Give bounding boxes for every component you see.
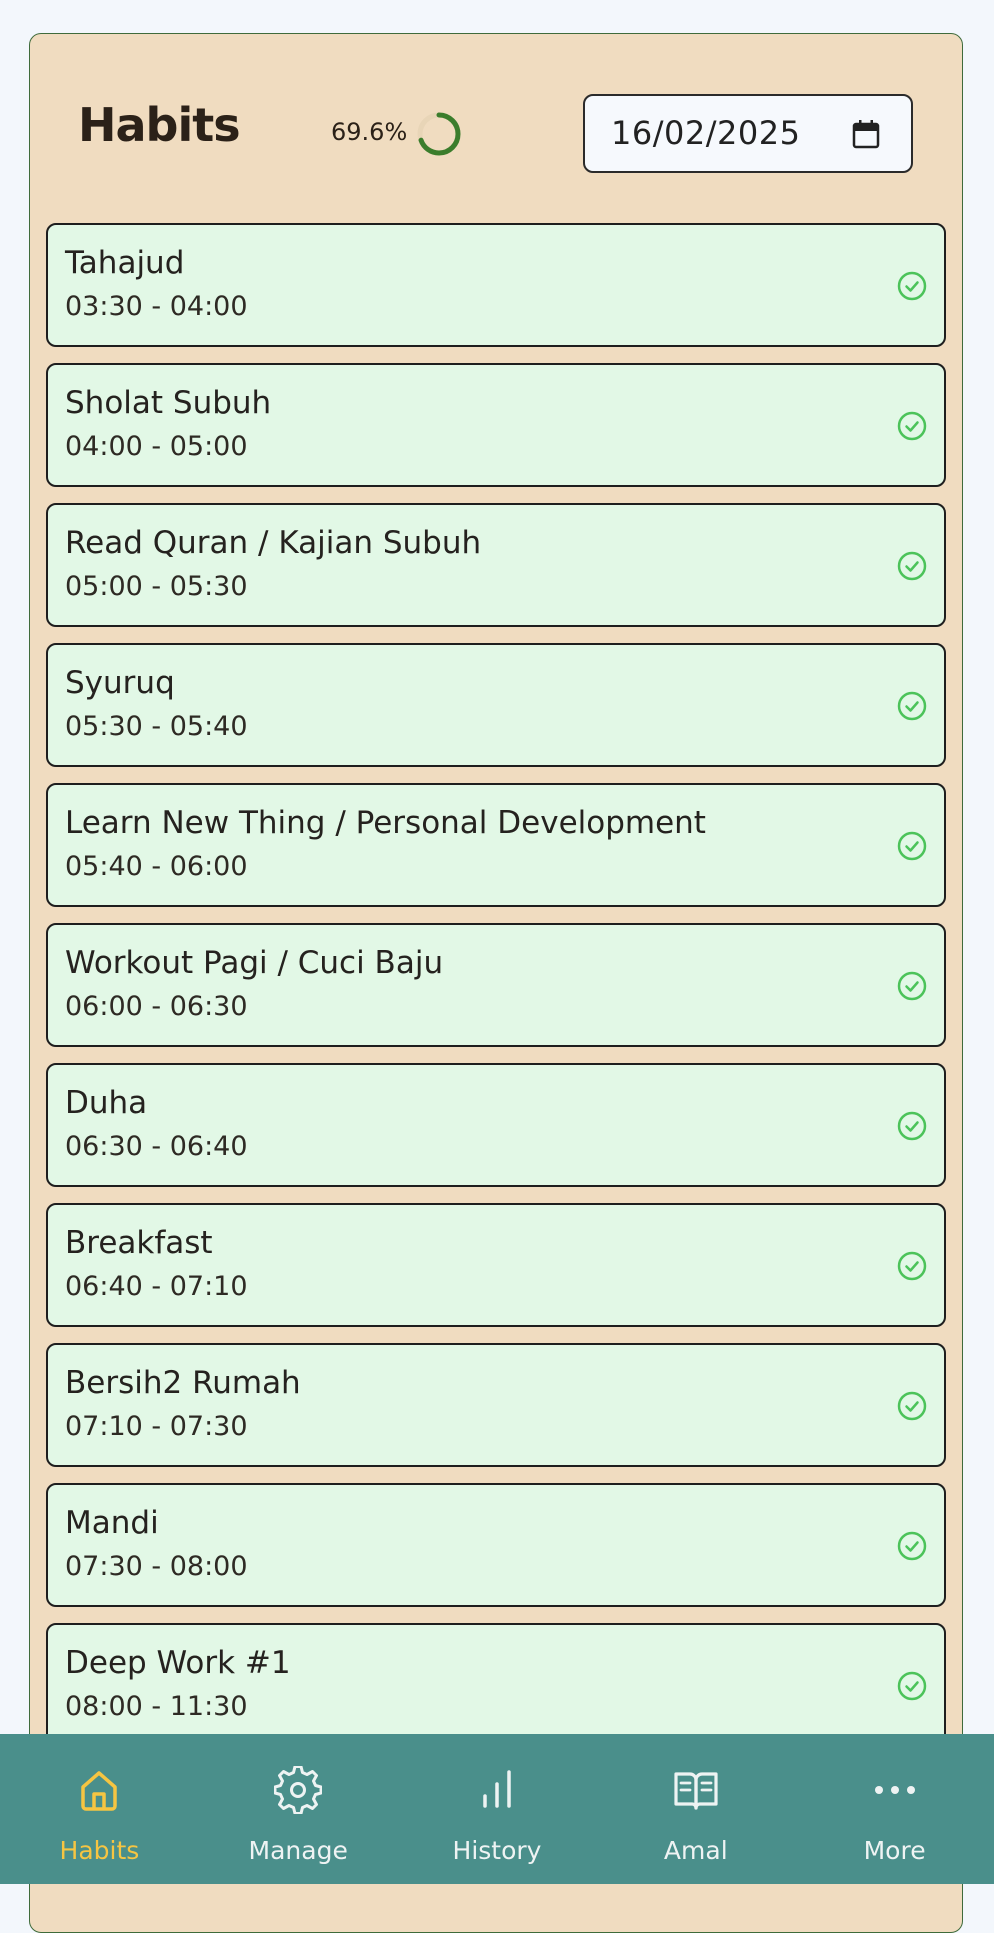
nav-label: History [452,1836,542,1865]
nav-item-manage[interactable]: Manage [199,1734,398,1884]
habit-card[interactable]: Duha 06:30 - 06:40 [46,1063,946,1187]
progress-percentage: 69.6% [331,118,408,146]
nav-item-amal[interactable]: Amal [596,1734,795,1884]
habits-header: Habits 69.6% 16/02/2025 [30,34,962,224]
calendar-icon[interactable] [851,118,881,150]
habit-time: 08:00 - 11:30 [65,1691,248,1722]
habit-name: Syuruq [65,665,175,701]
bottom-nav: Habits Manage History Amal More [0,1734,994,1884]
habit-card[interactable]: Breakfast 06:40 - 07:10 [46,1203,946,1327]
habit-time: 06:30 - 06:40 [65,1131,248,1162]
habit-time: 06:00 - 06:30 [65,991,248,1022]
habit-list: Tahajud 03:30 - 04:00 Sholat Subuh 04:00… [46,223,946,1763]
more-dots-icon [874,1786,915,1794]
page-title: Habits [78,98,241,152]
habit-card[interactable]: Learn New Thing / Personal Development 0… [46,783,946,907]
habit-time: 04:00 - 05:00 [65,431,248,462]
habit-time: 05:40 - 06:00 [65,851,248,882]
habit-card[interactable]: Deep Work #1 08:00 - 11:30 [46,1623,946,1747]
habit-name: Mandi [65,1505,159,1541]
habit-time: 05:00 - 05:30 [65,571,248,602]
date-input[interactable]: 16/02/2025 [583,94,913,173]
habit-name: Tahajud [65,245,185,281]
habit-name: Workout Pagi / Cuci Baju [65,945,444,981]
check-circle-icon[interactable] [896,550,928,582]
habit-card[interactable]: Sholat Subuh 04:00 - 05:00 [46,363,946,487]
check-circle-icon[interactable] [896,410,928,442]
nav-item-history[interactable]: History [398,1734,597,1884]
check-circle-icon[interactable] [896,1530,928,1562]
habit-name: Bersih2 Rumah [65,1365,301,1401]
nav-label: Amal [663,1836,728,1865]
habit-time: 06:40 - 07:10 [65,1271,248,1302]
habit-card[interactable]: Syuruq 05:30 - 05:40 [46,643,946,767]
check-circle-icon[interactable] [896,830,928,862]
habits-panel: Habits 69.6% 16/02/2025 Tahajud 03:30 - … [29,33,963,1933]
habit-time: 07:10 - 07:30 [65,1411,248,1442]
habit-card[interactable]: Tahajud 03:30 - 04:00 [46,223,946,347]
check-circle-icon[interactable] [896,690,928,722]
habit-time: 05:30 - 05:40 [65,711,248,742]
nav-label: More [863,1836,926,1865]
progress-ring-icon [417,112,461,156]
habit-name: Duha [65,1085,148,1121]
check-circle-icon[interactable] [896,1390,928,1422]
check-circle-icon[interactable] [896,270,928,302]
nav-label: Manage [248,1836,348,1865]
gear-icon [274,1766,323,1814]
home-icon [81,1771,118,1811]
date-value: 16/02/2025 [611,114,801,152]
check-circle-icon[interactable] [896,1250,928,1282]
bar-chart-icon [483,1770,511,1808]
check-circle-icon[interactable] [896,1670,928,1702]
habit-time: 03:30 - 04:00 [65,291,248,322]
habit-name: Read Quran / Kajian Subuh [65,525,482,561]
habit-name: Sholat Subuh [65,385,272,421]
nav-label: Habits [59,1836,140,1865]
habit-card[interactable]: Mandi 07:30 - 08:00 [46,1483,946,1607]
habit-card[interactable]: Bersih2 Rumah 07:10 - 07:30 [46,1343,946,1467]
habit-time: 07:30 - 08:00 [65,1551,248,1582]
nav-item-habits[interactable]: Habits [0,1734,199,1884]
habit-name: Learn New Thing / Personal Development [65,805,706,841]
nav-item-more[interactable]: More [795,1734,994,1884]
habit-name: Deep Work #1 [65,1645,291,1681]
habit-card[interactable]: Workout Pagi / Cuci Baju 06:00 - 06:30 [46,923,946,1047]
check-circle-icon[interactable] [896,970,928,1002]
habit-card[interactable]: Read Quran / Kajian Subuh 05:00 - 05:30 [46,503,946,627]
check-circle-icon[interactable] [896,1110,928,1142]
book-icon [674,1772,718,1810]
habit-name: Breakfast [65,1225,213,1261]
